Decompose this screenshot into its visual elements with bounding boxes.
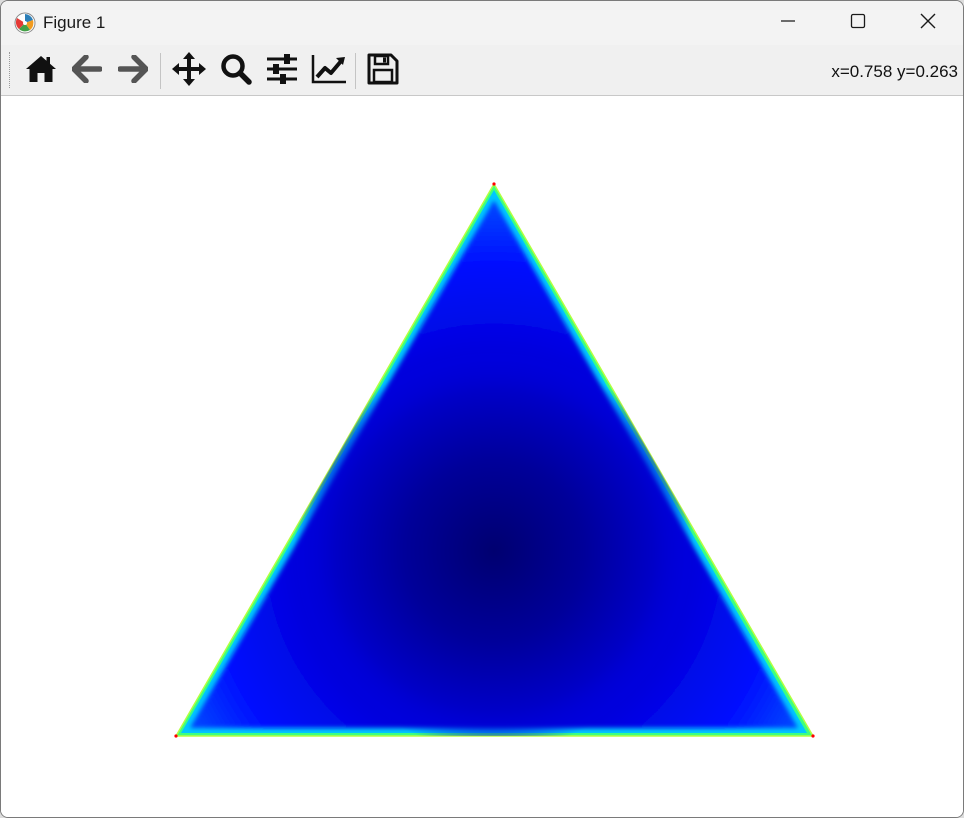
- window-title: Figure 1: [43, 13, 106, 32]
- zoom-icon: [220, 53, 252, 90]
- toolbar-separator: [355, 53, 356, 89]
- home-icon: [25, 54, 57, 89]
- figure-canvas[interactable]: [1, 96, 963, 817]
- cursor-coordinates: x=0.758 y=0.263: [831, 62, 958, 81]
- arrow-left-icon: [71, 53, 103, 88]
- chart-line-icon: [311, 54, 347, 89]
- minimize-button[interactable]: [753, 1, 823, 45]
- maximize-icon: [850, 13, 866, 34]
- zoom-button[interactable]: [216, 51, 256, 91]
- pan-button[interactable]: [169, 51, 209, 91]
- close-icon: [919, 12, 937, 35]
- subplots-button[interactable]: [262, 51, 302, 91]
- customize-button[interactable]: [309, 51, 349, 91]
- matplotlib-icon: [14, 12, 36, 34]
- vertex-top: [492, 182, 496, 186]
- triangle-plot: [174, 182, 815, 738]
- arrow-right-icon: [117, 53, 149, 88]
- vertex-left: [174, 734, 178, 738]
- figure-window: Figure 1 x=0.758 y=0.263: [0, 0, 964, 818]
- back-button[interactable]: [67, 51, 107, 91]
- home-button[interactable]: [21, 51, 61, 91]
- forward-button[interactable]: [113, 51, 153, 91]
- floppy-disk-icon: [367, 53, 399, 90]
- save-button[interactable]: [363, 51, 403, 91]
- vertex-right: [811, 734, 815, 738]
- sliders-icon: [266, 53, 298, 89]
- title-bar: Figure 1: [1, 1, 963, 45]
- minimize-icon: [780, 13, 796, 34]
- move-icon: [172, 51, 206, 91]
- navigation-toolbar: x=0.758 y=0.263: [1, 45, 963, 96]
- toolbar-grip[interactable]: [9, 52, 11, 88]
- close-button[interactable]: [893, 1, 963, 45]
- maximize-button[interactable]: [823, 1, 893, 45]
- toolbar-separator: [160, 53, 161, 89]
- triangle-core: [284, 341, 704, 736]
